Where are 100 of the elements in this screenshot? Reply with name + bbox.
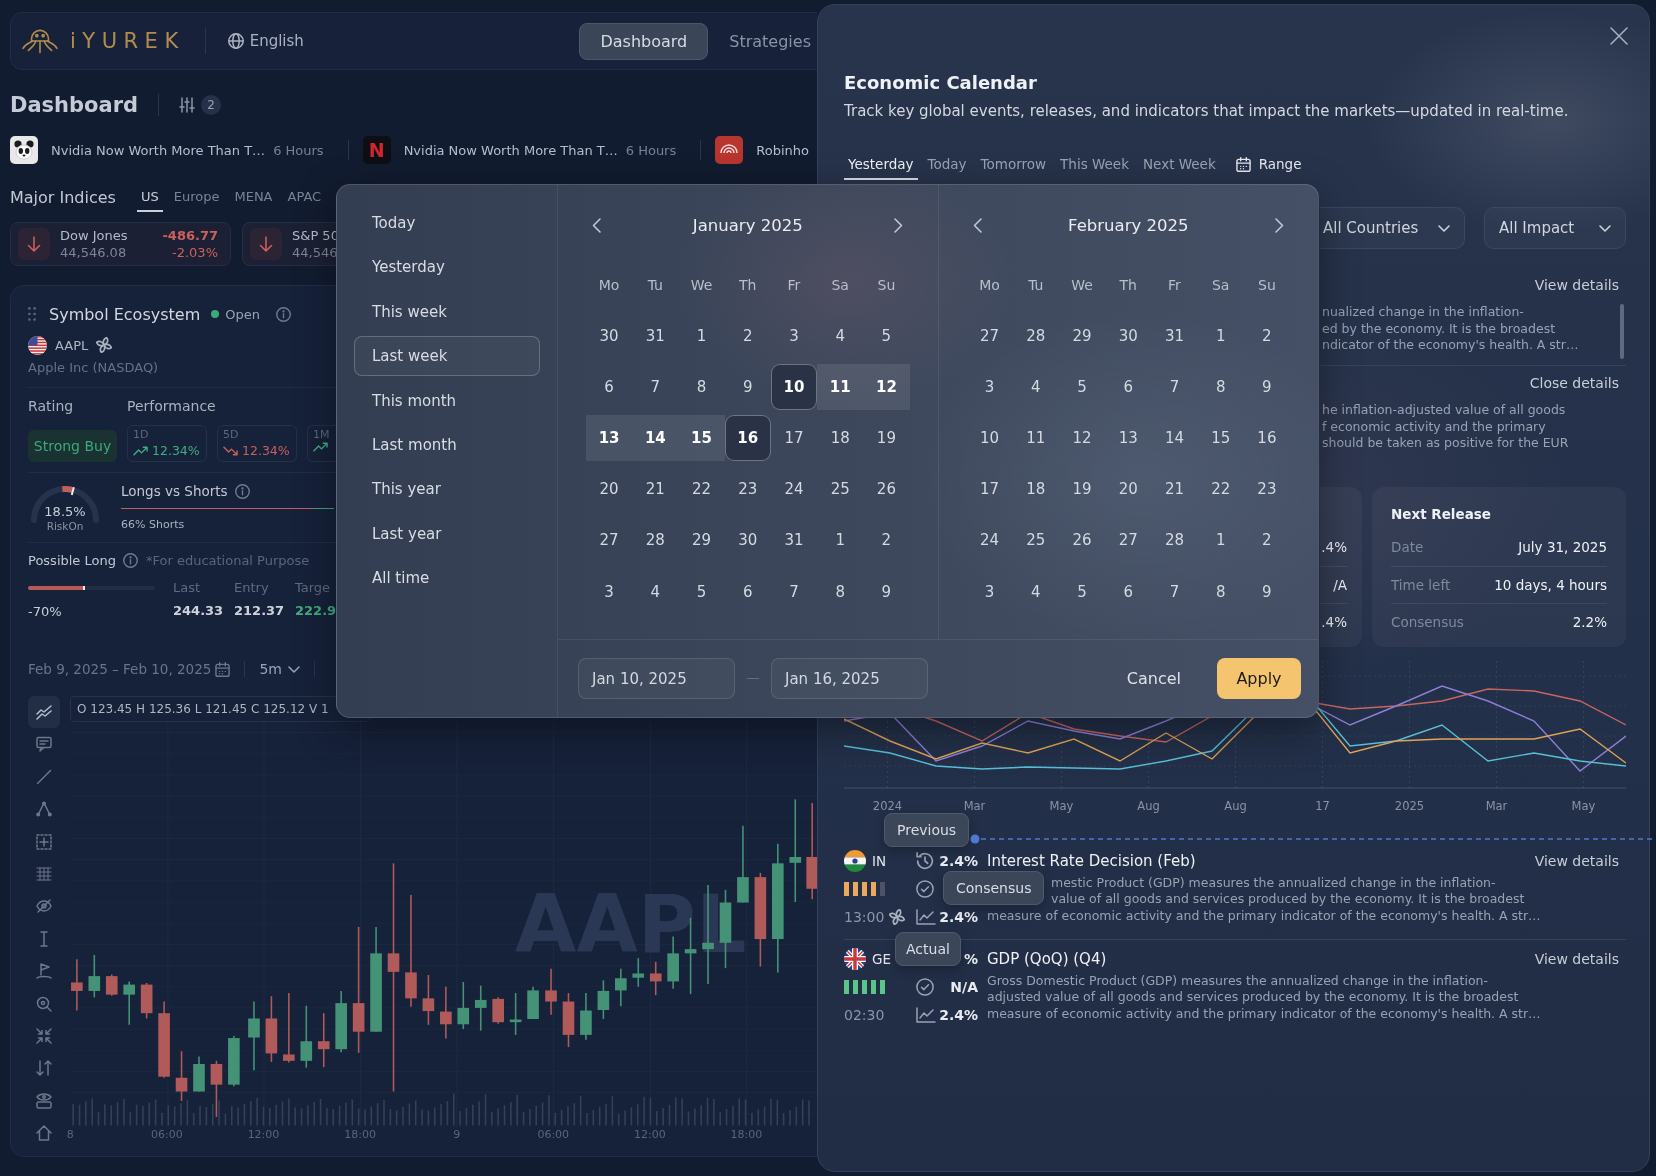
calendar-day[interactable]: 27 — [966, 312, 1013, 359]
region-tab[interactable]: Europe — [169, 189, 224, 212]
calendar-day[interactable]: 3 — [586, 568, 633, 615]
calendar-day[interactable]: 15 — [1197, 414, 1244, 461]
calendar-day[interactable]: 28 — [632, 517, 679, 564]
calendar-day[interactable]: 29 — [1058, 312, 1106, 359]
calendar-day[interactable]: 1 — [1197, 517, 1244, 564]
details-link[interactable]: Close details — [1529, 374, 1619, 392]
calendar-day[interactable]: 4 — [1012, 568, 1059, 615]
calendar-day[interactable]: 26 — [863, 466, 910, 513]
calendar-day[interactable]: 3 — [966, 363, 1013, 410]
calendar-day[interactable]: 15 — [678, 414, 725, 461]
calendar-day[interactable]: 3 — [966, 568, 1013, 615]
calendar-day[interactable]: 30 — [586, 312, 633, 359]
chevron-left-icon[interactable] — [592, 217, 601, 233]
calendar-day[interactable]: 4 — [817, 312, 864, 359]
calendar-day[interactable]: 23 — [724, 466, 771, 513]
details-link[interactable]: View details — [1534, 949, 1619, 968]
calendar-day[interactable]: 5 — [1058, 363, 1106, 410]
calendar-day[interactable]: 12 — [863, 363, 910, 410]
filter-dropdown[interactable]: All Impact — [1484, 207, 1626, 249]
calendar-day[interactable]: 27 — [586, 517, 633, 564]
chevron-left-icon[interactable] — [972, 217, 982, 233]
info-icon[interactable] — [122, 552, 138, 568]
preset-option[interactable]: Last year — [354, 513, 540, 554]
calendar-day[interactable]: 23 — [1243, 466, 1290, 513]
calendar-day[interactable]: 29 — [678, 517, 725, 564]
calendar-day[interactable]: 30 — [724, 517, 771, 564]
calendar-day[interactable]: 8 — [817, 568, 864, 615]
calendar-day[interactable]: 8 — [1197, 568, 1244, 615]
calendar-day[interactable]: 14 — [632, 414, 679, 461]
calendar-day[interactable]: 22 — [678, 466, 725, 513]
calendar-day[interactable]: 11 — [817, 363, 864, 410]
calendar-day[interactable]: 20 — [1105, 466, 1152, 513]
calendar-day[interactable]: 2 — [863, 517, 910, 564]
calendar-day[interactable]: 7 — [1151, 363, 1198, 410]
calendar-day[interactable]: 16 — [1243, 414, 1290, 461]
calendar-day[interactable]: 26 — [1058, 517, 1106, 564]
news-headline[interactable]: Nvidia Now Worth More Than T… — [51, 142, 266, 158]
calendar-day[interactable]: 10 — [966, 414, 1013, 461]
date-tab[interactable]: This Week — [1056, 150, 1133, 180]
calendar-day[interactable]: 18 — [817, 414, 864, 461]
details-link[interactable]: View details — [1534, 851, 1619, 870]
calendar-day[interactable]: 4 — [1012, 363, 1059, 410]
calendar-day[interactable]: 2 — [724, 312, 771, 359]
calendar-day[interactable]: 13 — [586, 414, 633, 461]
calendar-day[interactable]: 28 — [1012, 312, 1059, 359]
calendar-day[interactable]: 1 — [678, 312, 725, 359]
calendar-day[interactable]: 21 — [632, 466, 679, 513]
chevron-right-icon[interactable] — [1275, 217, 1284, 233]
calendar-day[interactable]: 6 — [586, 363, 633, 410]
calendar-day[interactable]: 9 — [724, 363, 771, 410]
calendar-day[interactable]: 7 — [770, 568, 818, 615]
nav-tab[interactable]: Strategies — [724, 22, 816, 60]
index-card[interactable]: Dow Jones 44,546.08 -486.77 -2.03% — [10, 222, 231, 266]
calendar-day[interactable]: 1 — [1197, 312, 1244, 359]
calendar-day[interactable]: 13 — [1105, 414, 1152, 461]
close-icon[interactable] — [1610, 27, 1628, 45]
region-tab[interactable]: APAC — [283, 189, 326, 212]
calendar-day[interactable]: 3 — [770, 312, 818, 359]
region-tab[interactable]: MENA — [230, 189, 277, 212]
preset-option[interactable]: Last month — [354, 424, 540, 465]
chart-tool-button[interactable] — [28, 696, 60, 728]
calendar-day[interactable]: 19 — [1058, 466, 1106, 513]
calendar-day[interactable]: 12 — [1058, 414, 1106, 461]
date-range[interactable]: Feb 9, 2025 – Feb 10, 2025 — [28, 661, 212, 677]
calendar-day[interactable]: 16 — [724, 414, 771, 461]
calendar-day[interactable]: 6 — [1105, 568, 1152, 615]
calendar-day[interactable]: 25 — [1012, 517, 1059, 564]
sliders-icon[interactable] — [179, 97, 196, 113]
news-headline[interactable]: Nvidia Now Worth More Than T… — [403, 142, 618, 158]
date-tab[interactable]: Next Week — [1138, 150, 1220, 180]
news-headline[interactable]: Robinho — [756, 142, 809, 158]
preset-option[interactable]: Yesterday — [354, 247, 540, 288]
calendar-day[interactable]: 18 — [1012, 466, 1059, 513]
calendar-day[interactable]: 31 — [632, 312, 679, 359]
calendar-day[interactable]: 20 — [586, 466, 633, 513]
calendar-day[interactable]: 21 — [1151, 466, 1198, 513]
start-date-field[interactable]: Jan 10, 2025 — [578, 658, 735, 699]
scrollbar-thumb[interactable] — [1620, 304, 1624, 359]
calendar-day[interactable]: 24 — [966, 517, 1013, 564]
details-link[interactable]: View details — [1534, 276, 1619, 294]
calendar-day[interactable]: 7 — [632, 363, 679, 410]
calendar-day[interactable]: 11 — [1012, 414, 1059, 461]
calendar-day[interactable]: 9 — [1243, 363, 1290, 410]
preset-option[interactable]: Last week — [354, 336, 540, 377]
calendar-day[interactable]: 17 — [770, 414, 818, 461]
calendar-day[interactable]: 1 — [817, 517, 864, 564]
calendar-day[interactable]: 28 — [1151, 517, 1198, 564]
chevron-right-icon[interactable] — [894, 217, 904, 233]
range-tab[interactable]: Range — [1235, 150, 1302, 180]
calendar-day[interactable]: 30 — [1105, 312, 1152, 359]
interval-selector[interactable]: 5m — [259, 661, 300, 677]
calendar-day[interactable]: 8 — [1197, 363, 1244, 410]
calendar-day[interactable]: 2 — [1243, 312, 1290, 359]
info-icon[interactable] — [275, 306, 291, 322]
preset-option[interactable]: This year — [354, 469, 540, 510]
language-selector[interactable]: English — [227, 26, 304, 56]
calendar-day[interactable]: 17 — [966, 466, 1013, 513]
calendar-day[interactable]: 9 — [863, 568, 910, 615]
